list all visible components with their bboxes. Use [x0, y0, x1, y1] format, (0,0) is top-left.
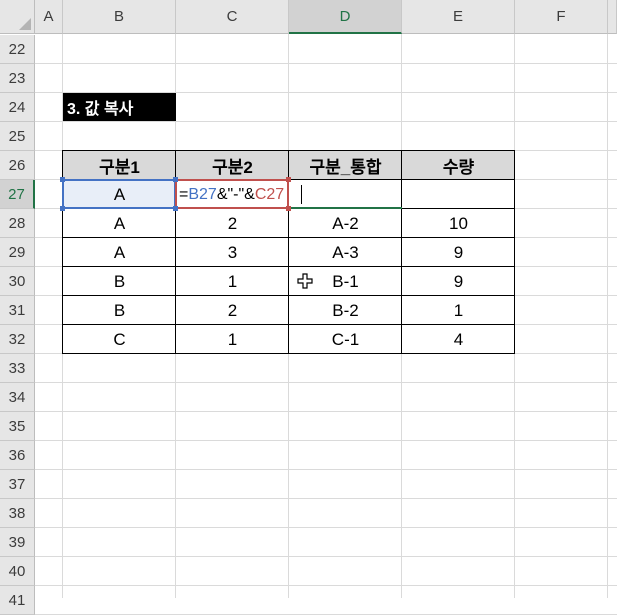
gridline-vertical: [607, 34, 608, 598]
text-caret: [301, 185, 302, 204]
table-cell[interactable]: 2: [176, 296, 289, 325]
table-cell[interactable]: C-1: [289, 325, 402, 354]
select-all-triangle-icon: [19, 18, 31, 30]
table-cell[interactable]: A: [63, 209, 176, 238]
active-cell-indicator: [288, 207, 402, 209]
selection-handle[interactable]: [173, 206, 178, 211]
column-header-a[interactable]: A: [35, 0, 63, 34]
table-cell[interactable]: 1: [176, 267, 289, 296]
table-cell[interactable]: 10: [402, 209, 515, 238]
selection-handle[interactable]: [286, 206, 291, 211]
row-header-38[interactable]: 38: [0, 499, 35, 528]
table-cell[interactable]: 3: [176, 238, 289, 267]
gridline-horizontal: [35, 382, 617, 383]
row-header-27[interactable]: 27: [0, 180, 35, 209]
row-header-41[interactable]: 41: [0, 586, 35, 615]
table-cell[interactable]: B-2: [289, 296, 402, 325]
selection-handle[interactable]: [286, 177, 291, 182]
column-header-b[interactable]: B: [63, 0, 176, 34]
table-cell[interactable]: B: [63, 267, 176, 296]
table-border-horizontal: [62, 353, 515, 354]
row-header-24[interactable]: 24: [0, 93, 35, 122]
row-header-29[interactable]: 29: [0, 238, 35, 267]
table-cell[interactable]: B: [63, 296, 176, 325]
row-header-39[interactable]: 39: [0, 528, 35, 557]
table-border-horizontal: [62, 266, 515, 267]
table-cell[interactable]: 1: [176, 325, 289, 354]
row-header-30[interactable]: 30: [0, 267, 35, 296]
row-header-28[interactable]: 28: [0, 209, 35, 238]
column-header-c[interactable]: C: [176, 0, 289, 34]
row-header-22[interactable]: 22: [0, 35, 35, 64]
gridline-horizontal: [35, 63, 617, 64]
gridline-horizontal: [35, 121, 617, 122]
column-header-e[interactable]: E: [402, 0, 515, 34]
row-header-25[interactable]: 25: [0, 122, 35, 151]
row-header-26[interactable]: 26: [0, 151, 35, 180]
table-cell[interactable]: 9: [402, 238, 515, 267]
row-header-33[interactable]: 33: [0, 354, 35, 383]
reference-highlight-b27: [62, 179, 176, 209]
gridline-horizontal: [35, 440, 617, 441]
selection-handle[interactable]: [60, 177, 65, 182]
table-cell[interactable]: A-2: [289, 209, 402, 238]
table-header-3[interactable]: 구분_통합: [289, 151, 402, 180]
row-header-40[interactable]: 40: [0, 557, 35, 586]
select-all-corner[interactable]: [0, 0, 35, 34]
table-cell[interactable]: 2: [176, 209, 289, 238]
table-header-4[interactable]: 수량: [402, 151, 515, 180]
table-cell[interactable]: C: [63, 325, 176, 354]
row-header-31[interactable]: 31: [0, 296, 35, 325]
table-border-horizontal: [62, 295, 515, 296]
reference-highlight-c27: [175, 179, 289, 209]
column-header-d[interactable]: D: [289, 0, 402, 34]
gridline-horizontal: [35, 585, 617, 586]
table-border-horizontal: [62, 237, 515, 238]
gridline-horizontal: [35, 498, 617, 499]
gridline-horizontal: [35, 556, 617, 557]
gridline-horizontal: [35, 411, 617, 412]
row-header-34[interactable]: 34: [0, 383, 35, 412]
section-title: 3. 값 복사: [63, 93, 176, 121]
table-cell[interactable]: A-3: [289, 238, 402, 267]
row-header-23[interactable]: 23: [0, 64, 35, 93]
row-header-36[interactable]: 36: [0, 441, 35, 470]
table-header-1[interactable]: 구분1: [63, 151, 176, 180]
gridline-horizontal: [35, 469, 617, 470]
table-border-horizontal: [401, 208, 514, 209]
cell-cross-cursor-icon: [297, 273, 313, 289]
selection-handle[interactable]: [173, 177, 178, 182]
row-header-35[interactable]: 35: [0, 412, 35, 441]
table-header-2[interactable]: 구분2: [176, 151, 289, 180]
table-border-horizontal: [62, 150, 515, 151]
table-cell[interactable]: A: [63, 238, 176, 267]
column-header-f[interactable]: F: [515, 0, 608, 34]
table-border-horizontal: [62, 324, 515, 325]
table-cell[interactable]: 1: [402, 296, 515, 325]
table-cell[interactable]: 4: [402, 325, 515, 354]
table-cell[interactable]: 9: [402, 267, 515, 296]
row-header-37[interactable]: 37: [0, 470, 35, 499]
gridline-horizontal: [35, 527, 617, 528]
column-header-filler: [608, 0, 617, 34]
selection-handle[interactable]: [60, 206, 65, 211]
row-header-32[interactable]: 32: [0, 325, 35, 354]
